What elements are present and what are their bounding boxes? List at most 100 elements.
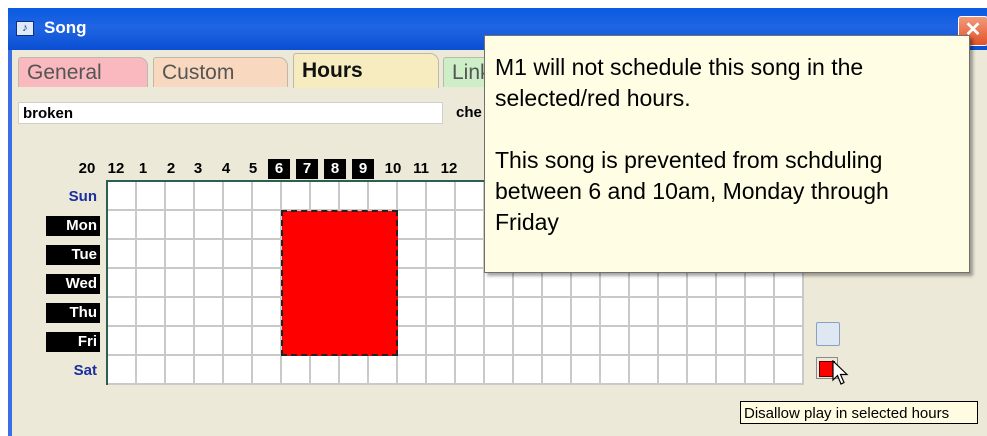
grid-cell[interactable]	[659, 356, 688, 385]
grid-cell[interactable]	[630, 356, 659, 385]
grid-cell[interactable]	[630, 327, 659, 356]
grid-cell[interactable]	[688, 269, 717, 298]
grid-cell[interactable]	[108, 211, 137, 240]
hour-label[interactable]: 7	[296, 159, 318, 179]
grid-cell[interactable]	[398, 356, 427, 385]
grid-cell[interactable]	[717, 327, 746, 356]
grid-cell-blocked[interactable]	[282, 327, 311, 356]
hour-label[interactable]: 11	[408, 160, 434, 178]
grid-cell-blocked[interactable]	[340, 211, 369, 240]
grid-cell[interactable]	[514, 327, 543, 356]
grid-cell[interactable]	[717, 356, 746, 385]
grid-cell[interactable]	[108, 327, 137, 356]
grid-cell[interactable]	[572, 356, 601, 385]
grid-cell[interactable]	[543, 356, 572, 385]
grid-cell-blocked[interactable]	[282, 211, 311, 240]
grid-cell[interactable]	[630, 298, 659, 327]
grid-cell[interactable]	[166, 240, 195, 269]
hour-label[interactable]: 5	[240, 160, 266, 178]
grid-cell-blocked[interactable]	[369, 240, 398, 269]
grid-cell[interactable]	[137, 269, 166, 298]
allow-hours-button[interactable]	[816, 322, 840, 346]
grid-cell[interactable]	[427, 356, 456, 385]
grid-cell[interactable]	[224, 356, 253, 385]
grid-cell[interactable]	[456, 356, 485, 385]
grid-cell[interactable]	[572, 269, 601, 298]
grid-cell[interactable]	[630, 269, 659, 298]
hour-label[interactable]: 2	[158, 160, 184, 178]
grid-cell[interactable]	[195, 356, 224, 385]
grid-cell[interactable]	[224, 240, 253, 269]
grid-cell[interactable]	[543, 269, 572, 298]
hour-label[interactable]: 20	[74, 160, 100, 178]
hour-label[interactable]: 8	[324, 159, 346, 179]
grid-cell[interactable]	[166, 356, 195, 385]
grid-cell[interactable]	[224, 269, 253, 298]
hour-label[interactable]: 3	[185, 160, 211, 178]
grid-cell[interactable]	[746, 269, 775, 298]
grid-cell-blocked[interactable]	[369, 298, 398, 327]
grid-cell[interactable]	[427, 240, 456, 269]
grid-cell[interactable]	[253, 240, 282, 269]
hour-label[interactable]: 9	[352, 159, 374, 179]
hour-label[interactable]: 4	[213, 160, 239, 178]
grid-cell[interactable]	[659, 298, 688, 327]
grid-cell-blocked[interactable]	[311, 298, 340, 327]
grid-cell[interactable]	[108, 240, 137, 269]
grid-cell[interactable]	[688, 327, 717, 356]
grid-cell[interactable]	[398, 269, 427, 298]
grid-cell[interactable]	[311, 182, 340, 211]
grid-cell-blocked[interactable]	[311, 269, 340, 298]
grid-cell[interactable]	[166, 269, 195, 298]
grid-cell[interactable]	[456, 240, 485, 269]
hour-label[interactable]: 10	[380, 160, 406, 178]
grid-cell[interactable]	[224, 182, 253, 211]
grid-cell[interactable]	[195, 327, 224, 356]
grid-cell[interactable]	[369, 356, 398, 385]
grid-cell[interactable]	[543, 298, 572, 327]
grid-cell[interactable]	[224, 327, 253, 356]
grid-cell[interactable]	[224, 211, 253, 240]
grid-cell-blocked[interactable]	[282, 269, 311, 298]
grid-cell-blocked[interactable]	[340, 240, 369, 269]
grid-cell[interactable]	[398, 298, 427, 327]
grid-cell[interactable]	[746, 356, 775, 385]
grid-cell-blocked[interactable]	[369, 269, 398, 298]
grid-cell[interactable]	[137, 298, 166, 327]
grid-cell-blocked[interactable]	[311, 240, 340, 269]
grid-cell[interactable]	[195, 211, 224, 240]
song-name-field[interactable]: broken	[18, 102, 443, 124]
grid-cell-blocked[interactable]	[311, 211, 340, 240]
grid-cell[interactable]	[601, 298, 630, 327]
grid-cell[interactable]	[427, 269, 456, 298]
grid-cell[interactable]	[108, 356, 137, 385]
grid-cell[interactable]	[601, 327, 630, 356]
grid-cell[interactable]	[427, 298, 456, 327]
grid-cell[interactable]	[166, 182, 195, 211]
hour-label[interactable]: 6	[268, 159, 290, 179]
grid-cell[interactable]	[775, 356, 804, 385]
grid-cell[interactable]	[485, 269, 514, 298]
grid-cell-blocked[interactable]	[369, 327, 398, 356]
grid-cell[interactable]	[456, 298, 485, 327]
day-label-mon[interactable]: Mon	[46, 216, 100, 236]
hour-label[interactable]: 12	[436, 160, 462, 178]
tab-custom[interactable]: Custom	[153, 57, 288, 87]
day-label-sun[interactable]: Sun	[46, 187, 100, 207]
grid-cell-blocked[interactable]	[311, 327, 340, 356]
grid-cell[interactable]	[659, 327, 688, 356]
grid-cell[interactable]	[253, 211, 282, 240]
grid-cell[interactable]	[166, 211, 195, 240]
grid-cell[interactable]	[253, 327, 282, 356]
tab-hours[interactable]: Hours	[293, 53, 439, 88]
grid-cell[interactable]	[775, 327, 804, 356]
grid-cell[interactable]	[775, 298, 804, 327]
grid-cell[interactable]	[746, 298, 775, 327]
grid-cell[interactable]	[224, 298, 253, 327]
grid-cell[interactable]	[601, 269, 630, 298]
grid-cell[interactable]	[108, 269, 137, 298]
grid-cell[interactable]	[340, 356, 369, 385]
grid-cell[interactable]	[195, 182, 224, 211]
grid-cell[interactable]	[717, 298, 746, 327]
grid-cell[interactable]	[137, 211, 166, 240]
